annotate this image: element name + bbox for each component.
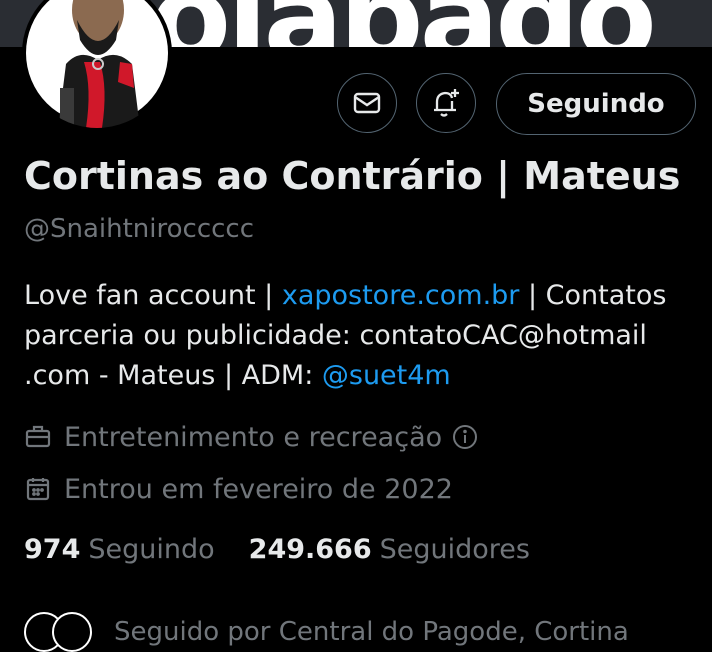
following-label: Seguindo [88,534,215,565]
calendar-icon [24,475,52,503]
briefcase-icon [24,423,52,451]
bio-link-mention[interactable]: @suet4m [322,360,451,391]
following-count: 974 [24,534,81,565]
bio-link-website[interactable]: xapostore.com.br [282,280,520,311]
category-row: Entretenimento e recreação [24,420,478,454]
following-stat[interactable]: 974 Seguindo [24,534,215,565]
banner-text: olabado [150,0,657,47]
joined-row: Entrou em fevereiro de 2022 [24,472,453,506]
profile-actions: Seguindo [0,73,712,135]
joined-label: Entrou em fevereiro de 2022 [64,473,453,505]
followers-stat[interactable]: 249.666 Seguidores [249,534,530,565]
message-button[interactable] [337,73,397,133]
envelope-icon [352,88,382,118]
bell-plus-icon [429,86,463,120]
display-name: Cortinas ao Contrário | Mateus [24,154,681,198]
followers-label: Seguidores [379,534,530,565]
notifications-button[interactable] [416,73,476,133]
info-icon[interactable] [452,424,478,450]
profile-bio: Love fan account | xapostore.com.br | Co… [24,276,694,396]
follow-stats: 974 Seguindo 249.666 Seguidores [24,534,530,565]
followers-count: 249.666 [248,534,372,565]
following-button[interactable]: Seguindo [496,73,696,135]
follower-avatars [24,612,114,652]
followed-by-row[interactable]: Seguido por Central do Pagode, Cortina [24,612,629,652]
category-label: Entretenimento e recreação [64,421,443,453]
user-handle: @Snaihtniroccccc [24,214,255,244]
bio-text-1: Love fan account | [24,280,282,311]
followed-by-text: Seguido por Central do Pagode, Cortina [114,617,629,647]
